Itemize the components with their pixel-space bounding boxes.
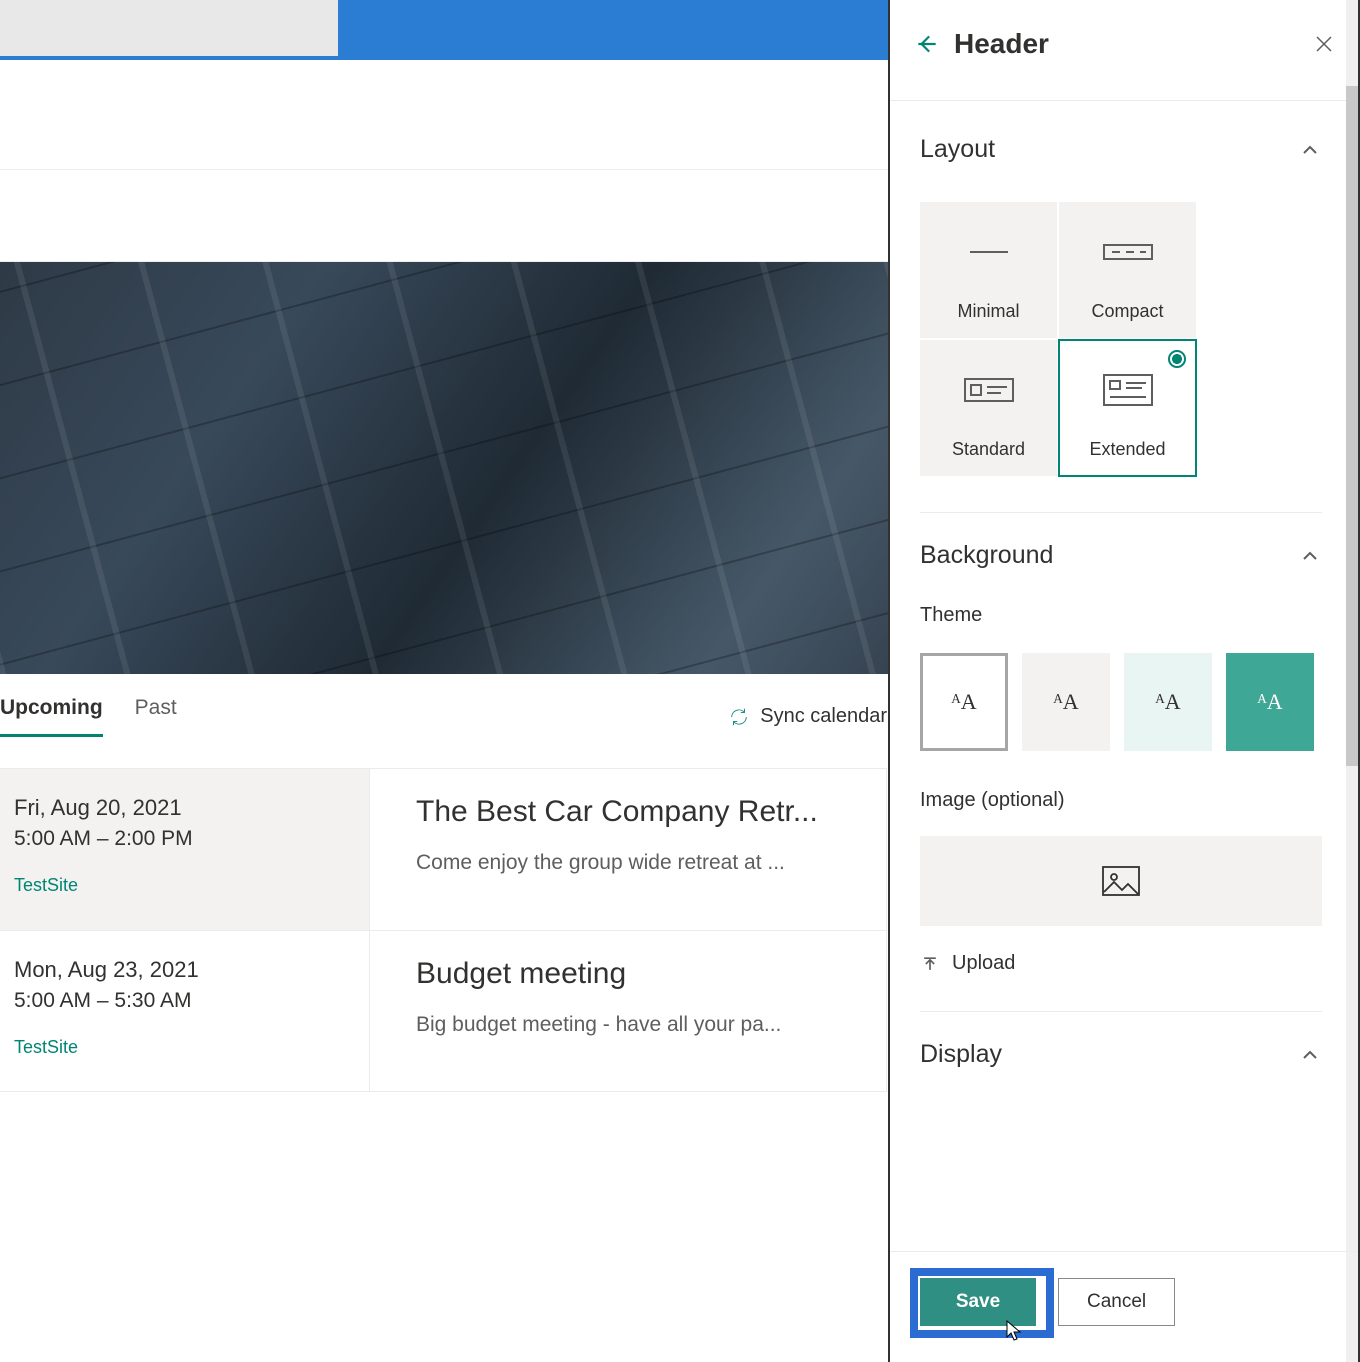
theme-swatch-white[interactable]: ᴬA (920, 653, 1008, 751)
event-site[interactable]: TestSite (14, 1037, 355, 1058)
chevron-up-icon (1298, 138, 1322, 162)
header-settings-panel: Header Layout Minimal Compact St (888, 0, 1360, 1362)
back-arrow-icon[interactable] (914, 31, 940, 57)
section-background-toggle[interactable]: Background (920, 541, 1322, 570)
section-background: Background Theme ᴬA ᴬA ᴬA ᴬA Image (opti… (920, 513, 1322, 1012)
selected-radio-icon (1168, 350, 1186, 368)
event-site[interactable]: TestSite (14, 875, 355, 896)
section-layout-title: Layout (920, 135, 995, 164)
section-display-title: Display (920, 1040, 1002, 1069)
layout-option-compact[interactable]: Compact (1059, 202, 1196, 338)
upload-button[interactable]: Upload (920, 952, 1322, 975)
theme-swatch-accent[interactable]: ᴬA (1226, 653, 1314, 751)
sync-icon (728, 706, 750, 728)
image-label: Image (optional) (920, 789, 1322, 812)
upload-icon (920, 954, 940, 974)
section-display-toggle[interactable]: Display (920, 1040, 1322, 1069)
main-content: Upcoming Past Sync calendar Fri, Aug 20,… (0, 674, 887, 1092)
event-date: Fri, Aug 20, 2021 (14, 795, 355, 821)
layout-option-label: Standard (952, 439, 1025, 460)
panel-title: Header (954, 28, 1298, 60)
layout-option-label: Compact (1091, 301, 1163, 322)
layout-option-label: Minimal (957, 301, 1019, 322)
swatch-glyph: ᴬA (1257, 689, 1282, 715)
tab-upcoming[interactable]: Upcoming (0, 696, 103, 737)
event-title: Budget meeting (416, 957, 866, 991)
list-item[interactable]: Fri, Aug 20, 2021 5:00 AM – 2:00 PM Test… (0, 768, 887, 930)
section-layout: Layout Minimal Compact Standard (920, 107, 1322, 513)
theme-label: Theme (920, 604, 1322, 627)
sync-calendar-button[interactable]: Sync calendar (728, 705, 887, 728)
upload-label: Upload (952, 952, 1015, 975)
event-desc: Come enjoy the group wide retreat at ... (416, 851, 866, 875)
sync-label: Sync calendar (760, 705, 887, 728)
swatch-glyph: ᴬA (951, 689, 976, 715)
chevron-up-icon (1298, 544, 1322, 568)
theme-swatch-tint[interactable]: ᴬA (1124, 653, 1212, 751)
event-time: 5:00 AM – 5:30 AM (14, 989, 355, 1013)
cancel-button[interactable]: Cancel (1058, 1278, 1175, 1326)
event-time: 5:00 AM – 2:00 PM (14, 827, 355, 851)
layout-option-minimal[interactable]: Minimal (920, 202, 1057, 338)
layout-option-label: Extended (1089, 439, 1165, 460)
layout-option-standard[interactable]: Standard (920, 340, 1057, 476)
save-button[interactable]: Save (920, 1278, 1036, 1326)
cursor-icon (1006, 1320, 1024, 1342)
swatch-glyph: ᴬA (1155, 689, 1180, 715)
section-display: Display (920, 1012, 1322, 1081)
section-layout-toggle[interactable]: Layout (920, 135, 1322, 164)
panel-footer: Save Cancel (890, 1251, 1360, 1362)
event-date: Mon, Aug 23, 2021 (14, 957, 355, 983)
section-background-title: Background (920, 541, 1053, 570)
event-title: The Best Car Company Retr... (416, 795, 866, 829)
event-desc: Big budget meeting - have all your pa... (416, 1013, 866, 1037)
theme-swatch-gray[interactable]: ᴬA (1022, 653, 1110, 751)
swatch-glyph: ᴬA (1053, 689, 1078, 715)
events-list: Fri, Aug 20, 2021 5:00 AM – 2:00 PM Test… (0, 768, 887, 1092)
image-placeholder[interactable] (920, 836, 1322, 926)
layout-option-extended[interactable]: Extended (1059, 340, 1196, 476)
close-icon[interactable] (1312, 32, 1336, 56)
chevron-up-icon (1298, 1043, 1322, 1067)
tab-past[interactable]: Past (135, 696, 177, 737)
image-icon (1102, 866, 1140, 896)
search-input[interactable] (0, 0, 338, 56)
event-tabs: Upcoming Past (0, 696, 177, 737)
list-item[interactable]: Mon, Aug 23, 2021 5:00 AM – 5:30 AM Test… (0, 930, 887, 1092)
